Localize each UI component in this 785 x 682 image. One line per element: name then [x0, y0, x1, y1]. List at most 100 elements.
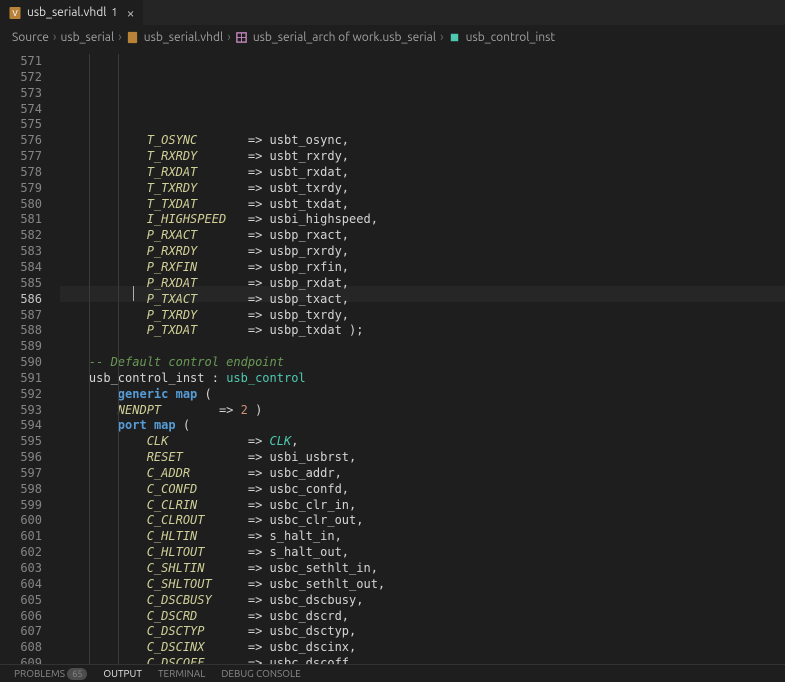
line-number: 590: [0, 355, 42, 371]
line-number: 594: [0, 418, 42, 434]
field-icon: [448, 30, 462, 44]
line-number: 586: [0, 292, 42, 308]
code-line: C_DSCTYP => usbc_dsctyp,: [60, 624, 785, 640]
line-number: 593: [0, 403, 42, 419]
breadcrumb-label: Source: [12, 31, 49, 44]
code-line: port map (: [60, 418, 785, 434]
panel-badge: 65: [67, 668, 87, 680]
panel-tab[interactable]: OUTPUT: [103, 668, 142, 679]
editor-tab[interactable]: V usb_serial.vhdl 1 ×: [0, 0, 144, 25]
line-number: 579: [0, 181, 42, 197]
line-number: 589: [0, 339, 42, 355]
code-line: I_HIGHSPEED => usbi_highspeed,: [60, 212, 785, 228]
file-icon: [126, 30, 140, 44]
breadcrumb-label: usb_serial: [61, 31, 115, 44]
tab-filename: usb_serial.vhdl: [27, 6, 106, 19]
code-line: -- Default control endpoint: [60, 355, 785, 371]
line-number: 582: [0, 228, 42, 244]
line-number: 601: [0, 529, 42, 545]
code-line: C_CLROUT => usbc_clr_out,: [60, 513, 785, 529]
breadcrumb-item[interactable]: Source: [12, 31, 49, 44]
struct-icon: [235, 30, 249, 44]
breadcrumb-label: usb_serial.vhdl: [144, 31, 223, 44]
code-line: P_RXACT => usbp_rxact,: [60, 228, 785, 244]
line-number: 609: [0, 656, 42, 664]
line-number: 607: [0, 624, 42, 640]
line-number: 573: [0, 86, 42, 102]
line-number: 602: [0, 545, 42, 561]
tab-bar: V usb_serial.vhdl 1 ×: [0, 0, 785, 26]
line-number: 591: [0, 371, 42, 387]
code-line: C_DSCOFF => usbc_dscoff,: [60, 656, 785, 664]
breadcrumb-label: usb_serial_arch of work.usb_serial: [253, 31, 436, 44]
code-line: T_TXDAT => usbt_txdat,: [60, 197, 785, 213]
svg-text:V: V: [12, 9, 18, 18]
panel-tab[interactable]: PROBLEMS 65: [14, 668, 87, 679]
code-line: C_HLTOUT => s_halt_out,: [60, 545, 785, 561]
code-line: P_TXDAT => usbp_txdat );: [60, 323, 785, 339]
code-line: NENDPT => 2 ): [60, 403, 785, 419]
line-number: 581: [0, 212, 42, 228]
line-number: 588: [0, 323, 42, 339]
code-line: usb_control_inst : usb_control: [60, 371, 785, 387]
breadcrumb-label: usb_control_inst: [466, 31, 555, 44]
line-number: 578: [0, 165, 42, 181]
line-number: 600: [0, 513, 42, 529]
text-cursor: [133, 286, 134, 301]
code-editor[interactable]: 5715725735745755765775785795805815825835…: [0, 48, 785, 664]
line-number: 571: [0, 54, 42, 70]
code-line: C_DSCRD => usbc_dscrd,: [60, 609, 785, 625]
code-line: P_TXRDY => usbp_txrdy,: [60, 308, 785, 324]
code-line: C_ADDR => usbc_addr,: [60, 466, 785, 482]
code-line: C_SHLTOUT => usbc_sethlt_out,: [60, 577, 785, 593]
line-number: 606: [0, 609, 42, 625]
code-line: P_RXDAT => usbp_rxdat,: [60, 276, 785, 292]
line-number-gutter: 5715725735745755765775785795805815825835…: [0, 48, 60, 664]
line-number: 575: [0, 117, 42, 133]
line-number: 583: [0, 244, 42, 260]
panel-tab[interactable]: DEBUG CONSOLE: [221, 668, 300, 679]
line-number: 603: [0, 561, 42, 577]
line-number: 599: [0, 498, 42, 514]
line-number: 576: [0, 133, 42, 149]
code-line: T_TXRDY => usbt_txrdy,: [60, 181, 785, 197]
line-number: 597: [0, 466, 42, 482]
chevron-right-icon: ›: [227, 30, 231, 44]
code-line: P_TXACT => usbp_txact,: [60, 292, 785, 308]
line-number: 608: [0, 640, 42, 656]
line-number: 587: [0, 308, 42, 324]
breadcrumb-item[interactable]: usb_serial: [61, 31, 115, 44]
vhdl-file-icon: V: [8, 6, 22, 20]
line-number: 577: [0, 149, 42, 165]
breadcrumb-item[interactable]: usb_serial_arch of work.usb_serial: [235, 30, 436, 44]
code-line: C_CLRIN => usbc_clr_in,: [60, 498, 785, 514]
breadcrumb-item[interactable]: usb_control_inst: [448, 30, 555, 44]
code-line: [60, 339, 785, 355]
line-number: 605: [0, 593, 42, 609]
line-number: 574: [0, 102, 42, 118]
line-number: 598: [0, 482, 42, 498]
code-line: C_CONFD => usbc_confd,: [60, 482, 785, 498]
tab-close-icon[interactable]: ×: [127, 5, 135, 21]
code-line: T_RXRDY => usbt_rxrdy,: [60, 149, 785, 165]
breadcrumb: Source›usb_serial›usb_serial.vhdl›usb_se…: [0, 26, 785, 48]
code-line: C_HLTIN => s_halt_in,: [60, 529, 785, 545]
chevron-right-icon: ›: [53, 30, 57, 44]
code-line: T_OSYNC => usbt_osync,: [60, 133, 785, 149]
breadcrumb-item[interactable]: usb_serial.vhdl: [126, 30, 223, 44]
line-number: 604: [0, 577, 42, 593]
code-line: C_SHLTIN => usbc_sethlt_in,: [60, 561, 785, 577]
code-line: P_RXFIN => usbp_rxfin,: [60, 260, 785, 276]
code-line: generic map (: [60, 387, 785, 403]
code-line: CLK => CLK,: [60, 434, 785, 450]
line-number: 595: [0, 434, 42, 450]
line-number: 592: [0, 387, 42, 403]
tab-dirty-indicator: 1: [111, 7, 117, 19]
line-number: 596: [0, 450, 42, 466]
code-area[interactable]: T_OSYNC => usbt_osync, T_RXRDY => usbt_r…: [60, 48, 785, 664]
line-number: 585: [0, 276, 42, 292]
panel-tab[interactable]: TERMINAL: [158, 668, 205, 679]
line-number: 584: [0, 260, 42, 276]
chevron-right-icon: ›: [118, 30, 122, 44]
code-line: C_DSCBUSY => usbc_dscbusy,: [60, 593, 785, 609]
